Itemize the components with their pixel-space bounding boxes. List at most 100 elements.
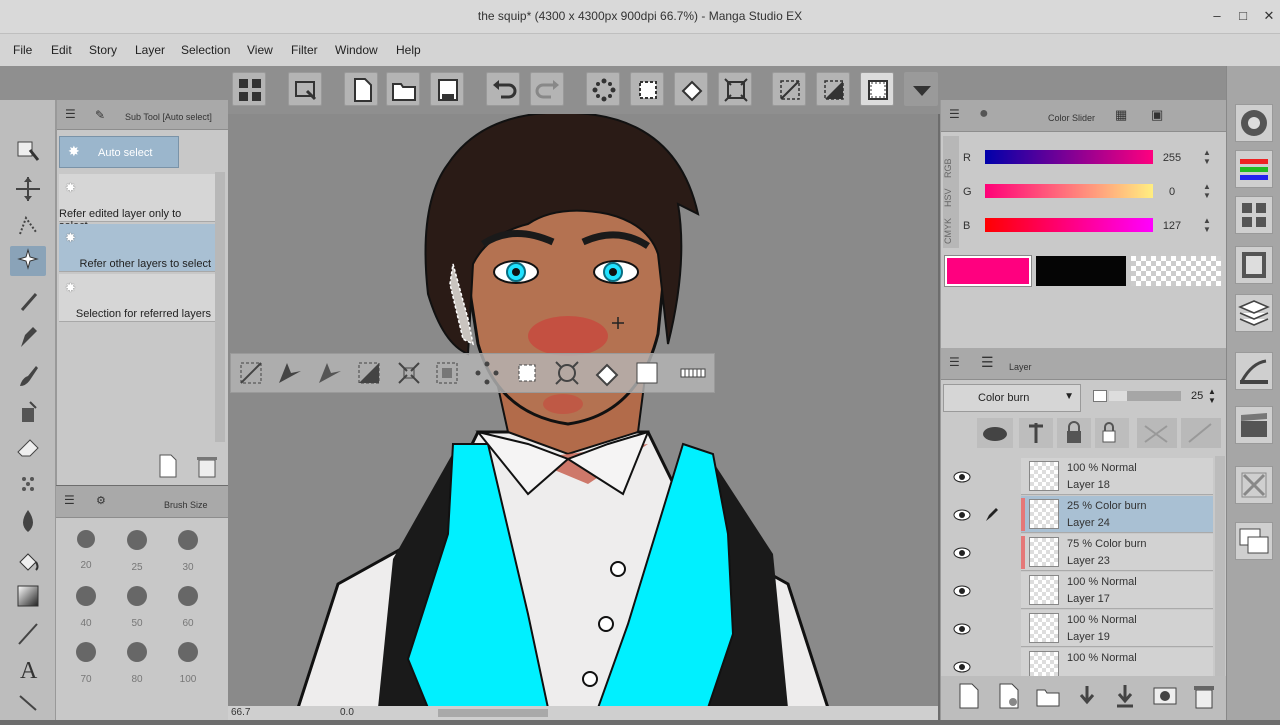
show-selection-icon[interactable] bbox=[860, 72, 894, 106]
clapperboard-icon[interactable] bbox=[1235, 406, 1273, 444]
opacity-value[interactable]: 25 bbox=[1191, 390, 1203, 402]
save-icon[interactable] bbox=[430, 72, 464, 106]
color-set-icon[interactable]: ▦ bbox=[1115, 107, 1127, 123]
brush-size-preset[interactable]: 100 bbox=[173, 642, 203, 685]
layer-row[interactable]: 75 % Color burn Layer 23 bbox=[941, 534, 1227, 572]
expand-selection-icon[interactable] bbox=[393, 357, 425, 389]
fill-bucket-icon[interactable] bbox=[674, 72, 708, 106]
windows-icon[interactable] bbox=[1235, 522, 1273, 560]
transparent-color-swatch[interactable] bbox=[1131, 256, 1221, 286]
tab-auto-select[interactable]: ✸ Auto select bbox=[59, 136, 179, 168]
menu-file[interactable]: File bbox=[13, 43, 32, 57]
menu-icon[interactable]: ☰ bbox=[949, 107, 960, 121]
main-color-swatch[interactable] bbox=[944, 255, 1032, 287]
pen-selection-icon[interactable] bbox=[273, 357, 305, 389]
eye-icon[interactable] bbox=[953, 508, 971, 522]
merge-down-icon[interactable] bbox=[1113, 682, 1137, 710]
transform-icon[interactable] bbox=[718, 72, 752, 106]
reference-layer-icon[interactable] bbox=[1019, 418, 1053, 448]
brush-size-preset[interactable]: 80 bbox=[122, 642, 152, 685]
balloon-tool-icon[interactable] bbox=[10, 690, 46, 720]
eye-icon[interactable] bbox=[953, 660, 971, 674]
brush-size-preset[interactable]: 30 bbox=[173, 530, 203, 573]
brush-size-preset[interactable]: 25 bbox=[122, 530, 152, 573]
menu-story[interactable]: Story bbox=[89, 43, 117, 57]
zoom-slider[interactable] bbox=[438, 709, 548, 717]
settings-icon[interactable] bbox=[288, 72, 322, 106]
new-file-icon[interactable] bbox=[344, 72, 378, 106]
sub-tool-item-refer-other[interactable]: ✸ Refer other layers to select bbox=[59, 224, 215, 272]
eye-icon[interactable] bbox=[953, 546, 971, 560]
gear-icon[interactable]: ⚙ bbox=[96, 494, 106, 507]
fill-tool-icon[interactable] bbox=[10, 546, 46, 576]
close-button[interactable]: ✕ bbox=[1258, 7, 1280, 25]
new-sub-tool-icon[interactable] bbox=[157, 453, 179, 479]
brush-size-preset[interactable]: 20 bbox=[71, 530, 101, 571]
pen-tool-icon[interactable] bbox=[10, 322, 46, 352]
menu-filter[interactable]: Filter bbox=[291, 43, 318, 57]
rotation-value[interactable]: 0.0 bbox=[340, 707, 354, 718]
toolbar-menu-chevron-icon[interactable] bbox=[904, 72, 938, 106]
figure-tool-icon[interactable] bbox=[10, 618, 46, 648]
crop-selection-icon[interactable] bbox=[511, 357, 543, 389]
brush-size-preset[interactable]: 70 bbox=[71, 642, 101, 685]
menu-layer[interactable]: Layer bbox=[135, 43, 165, 57]
eye-icon[interactable] bbox=[953, 622, 971, 636]
ruler-icon[interactable] bbox=[1181, 418, 1221, 448]
spin-arrows-icon[interactable]: ▲ ▼ bbox=[1203, 182, 1211, 200]
maximize-button[interactable]: □ bbox=[1232, 7, 1254, 25]
layer-row[interactable]: 100 % Normal Layer 18 bbox=[941, 458, 1227, 496]
lock-icon[interactable] bbox=[1057, 418, 1091, 448]
spin-arrows-icon[interactable]: ▲ ▼ bbox=[1203, 216, 1211, 234]
brush-tool-icon[interactable] bbox=[10, 360, 46, 390]
blue-value[interactable]: 127 bbox=[1157, 220, 1187, 232]
minimize-button[interactable]: ‒ bbox=[1206, 7, 1228, 25]
show-selection-icon[interactable] bbox=[631, 357, 663, 389]
clear-selection-icon[interactable] bbox=[235, 357, 267, 389]
airbrush-tool-icon[interactable] bbox=[10, 396, 46, 426]
layer-mask-icon[interactable] bbox=[1151, 682, 1179, 710]
invert-selection-icon[interactable] bbox=[353, 357, 385, 389]
navigator-icon[interactable] bbox=[1235, 352, 1273, 390]
brush-size-preset[interactable]: 50 bbox=[122, 586, 152, 629]
green-slider-bar[interactable] bbox=[985, 184, 1153, 198]
color-set-icon[interactable] bbox=[1235, 196, 1273, 234]
eyedropper-icon[interactable] bbox=[10, 286, 46, 316]
eraser-tool-icon[interactable] bbox=[10, 432, 46, 462]
sub-tool-scrollbar[interactable] bbox=[215, 172, 225, 442]
blend-tool-icon[interactable] bbox=[10, 506, 46, 536]
intermediate-color-icon[interactable]: ▣ bbox=[1151, 107, 1163, 123]
spin-arrows-icon[interactable]: ▲ ▼ bbox=[1203, 148, 1211, 166]
crop-selection-icon[interactable] bbox=[630, 72, 664, 106]
layer-row[interactable]: 100 % Normal Layer 17 bbox=[941, 572, 1227, 610]
lasso-tool-icon[interactable] bbox=[10, 210, 46, 240]
drawing-canvas[interactable] bbox=[228, 114, 938, 708]
undo-icon[interactable] bbox=[486, 72, 520, 106]
filmstrip-icon[interactable] bbox=[1235, 246, 1273, 284]
new-folder-icon[interactable] bbox=[1035, 682, 1061, 710]
red-slider-bar[interactable] bbox=[985, 150, 1153, 164]
selection-dots-icon[interactable] bbox=[586, 72, 620, 106]
sub-color-swatch[interactable] bbox=[1036, 256, 1126, 286]
eye-icon[interactable] bbox=[953, 470, 971, 484]
color-wheel-icon[interactable]: ● bbox=[979, 105, 989, 123]
mask-icon[interactable] bbox=[1137, 418, 1177, 448]
invert-selection-icon[interactable] bbox=[816, 72, 850, 106]
magic-wand-icon[interactable] bbox=[10, 246, 46, 276]
menu-window[interactable]: Window bbox=[335, 43, 378, 57]
menu-icon[interactable]: ☰ bbox=[65, 107, 76, 121]
menu-edit[interactable]: Edit bbox=[51, 43, 72, 57]
grid-icon[interactable] bbox=[232, 72, 266, 106]
trash-icon[interactable] bbox=[1191, 682, 1217, 710]
opacity-slider[interactable] bbox=[1109, 391, 1181, 401]
blend-mode-select[interactable]: Color burn ▼ bbox=[943, 384, 1081, 412]
blue-slider-bar[interactable] bbox=[985, 218, 1153, 232]
brush-size-preset[interactable]: 60 bbox=[173, 586, 203, 629]
layer-row[interactable]: 25 % Color burn Layer 24 bbox=[941, 496, 1227, 534]
text-tool-icon[interactable]: A bbox=[10, 654, 46, 684]
move-tool-icon[interactable] bbox=[10, 174, 46, 204]
material-icon[interactable] bbox=[1235, 466, 1273, 504]
new-vector-layer-icon[interactable] bbox=[997, 682, 1021, 710]
selection-dots-icon[interactable] bbox=[471, 357, 503, 389]
shrink-selection-icon[interactable] bbox=[431, 357, 463, 389]
